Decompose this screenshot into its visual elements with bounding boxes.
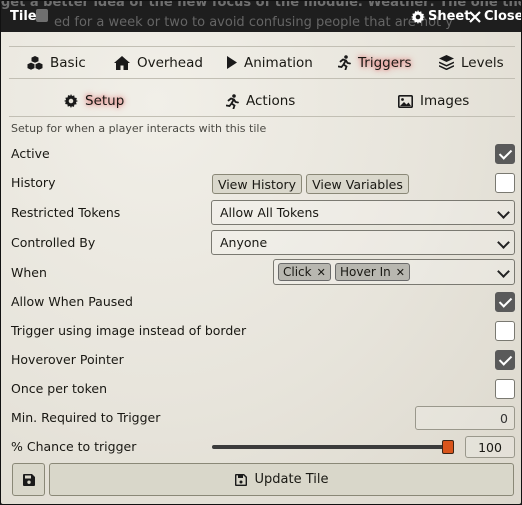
close-button[interactable]: Close bbox=[469, 9, 521, 24]
restricted-tokens-label: Restricted Tokens bbox=[11, 205, 121, 220]
sheet-button[interactable]: Sheet bbox=[411, 9, 470, 24]
running-icon bbox=[338, 55, 351, 70]
restricted-tokens-select[interactable]: Allow All Tokens bbox=[211, 200, 515, 225]
sub-tabs: Setup Actions Images bbox=[9, 86, 515, 117]
sheet-label: Sheet bbox=[428, 9, 471, 24]
update-tile-label: Update Tile bbox=[254, 472, 329, 487]
chance-label: % Chance to trigger bbox=[11, 439, 137, 454]
running-icon bbox=[226, 93, 239, 109]
gear-icon bbox=[64, 94, 78, 108]
allow-when-paused-label: Allow When Paused bbox=[11, 294, 133, 309]
remove-chip-icon[interactable]: ✕ bbox=[317, 266, 326, 279]
chip-label: Click bbox=[283, 265, 312, 279]
save-button[interactable] bbox=[12, 463, 45, 496]
cubes-icon bbox=[27, 55, 43, 70]
chance-slider[interactable] bbox=[212, 440, 454, 454]
setup-hint: Setup for when a player interacts with t… bbox=[11, 122, 267, 135]
update-tile-button[interactable]: Update Tile bbox=[49, 463, 514, 496]
controlled-by-value: Anyone bbox=[220, 235, 268, 250]
trigger-using-image-checkbox[interactable] bbox=[495, 321, 515, 341]
play-icon bbox=[227, 56, 237, 69]
tile-config-window: get a better idea of the new focus of th… bbox=[0, 0, 522, 505]
close-icon bbox=[469, 10, 481, 23]
chance-value[interactable]: 100 bbox=[465, 436, 515, 458]
gear-icon bbox=[411, 9, 425, 24]
hoverover-pointer-label: Hoverover Pointer bbox=[11, 352, 124, 367]
when-label: When bbox=[11, 265, 47, 280]
slider-handle[interactable] bbox=[441, 440, 454, 454]
view-variables-button[interactable]: View Variables bbox=[306, 174, 409, 194]
tab-overhead[interactable]: Overhead bbox=[114, 47, 203, 78]
close-label: Close bbox=[484, 9, 521, 24]
once-per-token-checkbox[interactable] bbox=[495, 379, 515, 399]
image-icon bbox=[398, 94, 413, 108]
tab-label: Levels bbox=[461, 54, 504, 71]
when-chip-click: Click ✕ bbox=[278, 263, 331, 281]
controlled-by-select[interactable]: Anyone bbox=[211, 230, 515, 255]
tab-images[interactable]: Images bbox=[398, 86, 469, 116]
when-multiselect[interactable]: Click ✕ Hover In ✕ bbox=[273, 259, 515, 285]
window-header: get a better idea of the new focus of th… bbox=[1, 1, 521, 32]
tab-label: Basic bbox=[50, 54, 86, 71]
restricted-tokens-value: Allow All Tokens bbox=[220, 205, 319, 220]
controlled-by-label: Controlled By bbox=[11, 235, 96, 250]
history-label: History bbox=[11, 175, 56, 190]
remove-chip-icon[interactable]: ✕ bbox=[396, 266, 405, 279]
tab-setup[interactable]: Setup bbox=[64, 86, 124, 116]
save-icon bbox=[22, 473, 35, 486]
tab-label: Images bbox=[420, 93, 470, 109]
tab-triggers[interactable]: Triggers bbox=[338, 47, 412, 78]
tab-label: Actions bbox=[246, 93, 296, 109]
tab-animation[interactable]: Animation bbox=[227, 47, 313, 78]
when-chip-hover-in: Hover In ✕ bbox=[335, 263, 410, 281]
view-history-button[interactable]: View History bbox=[212, 174, 302, 194]
tab-label: Triggers bbox=[358, 54, 412, 71]
document-icon bbox=[36, 9, 48, 22]
tab-actions[interactable]: Actions bbox=[226, 86, 295, 116]
tab-label: Overhead bbox=[137, 54, 203, 71]
min-required-label: Min. Required to Trigger bbox=[11, 410, 161, 425]
hoverover-pointer-checkbox[interactable] bbox=[495, 350, 515, 370]
chevron-down-icon bbox=[497, 206, 510, 219]
tab-label: Animation bbox=[244, 54, 313, 71]
home-icon bbox=[114, 55, 130, 70]
tab-levels[interactable]: Levels bbox=[439, 47, 504, 78]
min-required-input[interactable]: 0 bbox=[415, 406, 515, 430]
window-title: Tile bbox=[10, 9, 37, 24]
active-checkbox[interactable] bbox=[495, 144, 515, 164]
main-tabs: Basic Overhead Animation Triggers Levels bbox=[9, 46, 515, 79]
chevron-down-icon bbox=[497, 265, 510, 278]
layers-icon bbox=[439, 55, 454, 70]
once-per-token-label: Once per token bbox=[11, 381, 107, 396]
active-label: Active bbox=[11, 146, 50, 161]
trigger-using-image-label: Trigger using image instead of border bbox=[11, 323, 247, 338]
chevron-down-icon bbox=[497, 236, 510, 249]
tab-label: Setup bbox=[85, 93, 125, 109]
history-checkbox[interactable] bbox=[495, 173, 515, 193]
background-text-line2: ed for a week or two to avoid confusing … bbox=[54, 15, 453, 30]
tab-basic[interactable]: Basic bbox=[27, 47, 86, 78]
save-icon bbox=[234, 473, 247, 486]
allow-when-paused-checkbox[interactable] bbox=[495, 292, 515, 312]
chip-label: Hover In bbox=[340, 265, 391, 279]
